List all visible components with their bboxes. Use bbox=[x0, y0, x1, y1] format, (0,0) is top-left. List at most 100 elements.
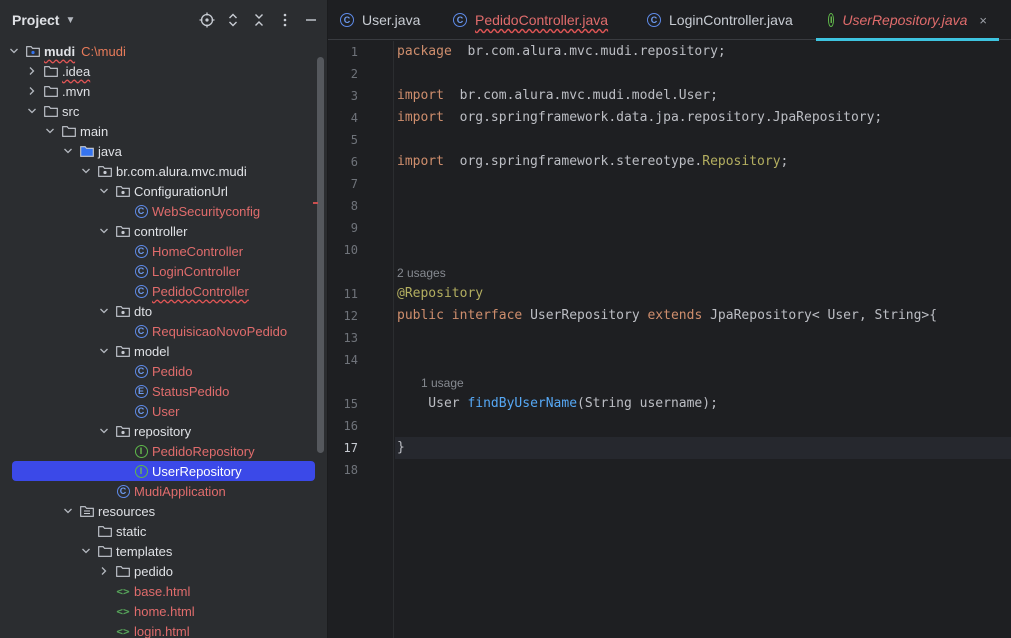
tree-item-static[interactable]: static bbox=[0, 521, 320, 541]
class-icon: C bbox=[453, 13, 467, 27]
folder-icon bbox=[98, 524, 112, 538]
chevron-down-icon[interactable] bbox=[62, 501, 74, 521]
interface-icon: I bbox=[828, 13, 835, 27]
tree-item-label: ConfigurationUrl bbox=[134, 183, 228, 199]
tree-item-repository[interactable]: repository bbox=[0, 421, 320, 441]
tree-item-base-html[interactable]: <> base.html bbox=[0, 581, 320, 601]
tree-scrollbar[interactable] bbox=[317, 57, 324, 453]
tree-item-label: model bbox=[134, 343, 170, 359]
resources-folder-icon bbox=[80, 504, 94, 518]
tree-item-templates[interactable]: templates bbox=[0, 541, 320, 561]
minimize-icon[interactable] bbox=[298, 10, 324, 30]
html-file-icon: <> bbox=[116, 604, 130, 618]
tree-item-statuspedido[interactable]: E StatusPedido bbox=[0, 381, 320, 401]
chevron-down-icon[interactable]: ▼ bbox=[65, 15, 75, 26]
html-file-icon: <> bbox=[116, 584, 130, 598]
code-token: } bbox=[397, 440, 405, 455]
class-icon: C bbox=[134, 284, 148, 298]
tree-item-configurationurl[interactable]: ConfigurationUrl bbox=[0, 181, 320, 201]
tree-item-homecontroller[interactable]: C HomeController bbox=[0, 241, 320, 261]
tree-item-model[interactable]: model bbox=[0, 341, 320, 361]
tree-item-pedidocontroller[interactable]: C PedidoController bbox=[0, 281, 320, 301]
folder-icon bbox=[44, 104, 58, 118]
tree-item-src[interactable]: src bbox=[0, 101, 320, 121]
tree-item-mudiapplication[interactable]: C MudiApplication bbox=[0, 481, 320, 501]
tree-item-pedidorepository[interactable]: I PedidoRepository bbox=[0, 441, 320, 461]
tree-item-mvn[interactable]: .mvn bbox=[0, 81, 320, 101]
more-options-icon[interactable] bbox=[272, 10, 298, 30]
tree-item-controller[interactable]: controller bbox=[0, 221, 320, 241]
expand-all-icon[interactable] bbox=[220, 10, 246, 30]
code-token: import bbox=[397, 88, 444, 103]
code-line: @Repository bbox=[397, 283, 483, 305]
tree-item-mudi[interactable]: mudi C:\mudi bbox=[0, 41, 320, 61]
editor-tab-logincontroller-java[interactable]: C LoginController.java bbox=[635, 0, 816, 40]
tree-item-websecurityconfig[interactable]: C WebSecurityconfig bbox=[0, 201, 320, 221]
chevron-down-icon[interactable] bbox=[44, 121, 56, 141]
tree-item-requisicaonovopedido[interactable]: C RequisicaoNovoPedido bbox=[0, 321, 320, 341]
chevron-down-icon[interactable] bbox=[80, 161, 92, 181]
chevron-down-icon[interactable] bbox=[98, 301, 110, 321]
project-view-selector[interactable]: Project bbox=[12, 12, 59, 28]
module-path-hint: C:\mudi bbox=[81, 43, 126, 59]
tree-item-pedido[interactable]: C Pedido bbox=[0, 361, 320, 381]
line-number: 12 bbox=[343, 309, 358, 323]
tree-item-home-html[interactable]: <> home.html bbox=[0, 601, 320, 621]
code-token: org.springframework.stereotype. bbox=[443, 154, 703, 169]
tree-item-label: Pedido bbox=[152, 363, 193, 379]
editor-tab-user-java[interactable]: C User.java bbox=[328, 0, 441, 40]
locate-icon[interactable] bbox=[194, 10, 220, 30]
interface-icon: I bbox=[134, 444, 148, 458]
chevron-down-icon[interactable] bbox=[98, 421, 110, 441]
usages-inlay-hint[interactable]: 1 usage bbox=[421, 373, 464, 393]
tree-item-dto[interactable]: dto bbox=[0, 301, 320, 321]
folder-icon bbox=[44, 64, 58, 78]
collapse-all-icon[interactable] bbox=[246, 10, 272, 30]
tree-item-br-com-alura-mvc-mudi[interactable]: br.com.alura.mvc.mudi bbox=[0, 161, 320, 181]
editor-tab-pedidocontroller-java[interactable]: C PedidoController.java bbox=[441, 0, 635, 40]
package-icon bbox=[116, 184, 130, 198]
tree-item-logincontroller[interactable]: C LoginController bbox=[0, 261, 320, 281]
tree-item-main[interactable]: main bbox=[0, 121, 320, 141]
tree-item-label: HomeController bbox=[152, 243, 244, 259]
tree-item-user[interactable]: C User bbox=[0, 401, 320, 421]
chevron-down-icon[interactable] bbox=[8, 41, 20, 61]
tree-item-label: src bbox=[62, 103, 80, 119]
tree-item-pedido[interactable]: pedido bbox=[0, 561, 320, 581]
code-line: package br.com.alura.mvc.mudi.repository… bbox=[397, 41, 726, 63]
package-icon bbox=[98, 164, 112, 178]
chevron-down-icon[interactable] bbox=[80, 541, 92, 561]
error-stripe-marker bbox=[313, 202, 318, 204]
chevron-down-icon[interactable] bbox=[26, 101, 38, 121]
line-number: 11 bbox=[343, 287, 358, 301]
code-token: public bbox=[397, 308, 444, 323]
line-number: 13 bbox=[343, 331, 358, 345]
usages-inlay-hint[interactable]: 2 usages bbox=[397, 263, 446, 283]
tree-item-label: java bbox=[98, 143, 122, 159]
chevron-right-icon[interactable] bbox=[26, 61, 38, 81]
package-icon bbox=[116, 304, 130, 318]
chevron-right-icon[interactable] bbox=[98, 561, 110, 581]
tree-item-label: UserRepository bbox=[152, 463, 242, 479]
tree-item-java[interactable]: java bbox=[0, 141, 320, 161]
folder-icon bbox=[44, 84, 58, 98]
code-line: } bbox=[397, 437, 405, 459]
tree-item-login-html[interactable]: <> login.html bbox=[0, 621, 320, 638]
package-icon bbox=[116, 344, 130, 358]
close-icon[interactable]: × bbox=[979, 13, 987, 28]
chevron-down-icon[interactable] bbox=[98, 221, 110, 241]
tree-item-resources[interactable]: resources bbox=[0, 501, 320, 521]
line-number: 15 bbox=[343, 397, 358, 411]
chevron-down-icon[interactable] bbox=[98, 181, 110, 201]
package-icon bbox=[116, 224, 130, 238]
editor-tab-userrepository-java[interactable]: I UserRepository.java × bbox=[816, 0, 999, 41]
class-icon: C bbox=[134, 204, 148, 218]
chevron-right-icon[interactable] bbox=[26, 81, 38, 101]
chevron-down-icon[interactable] bbox=[62, 141, 74, 161]
tree-item-idea[interactable]: .idea bbox=[0, 61, 320, 81]
chevron-down-icon[interactable] bbox=[98, 341, 110, 361]
tree-item-userrepository[interactable]: I UserRepository bbox=[12, 461, 315, 481]
